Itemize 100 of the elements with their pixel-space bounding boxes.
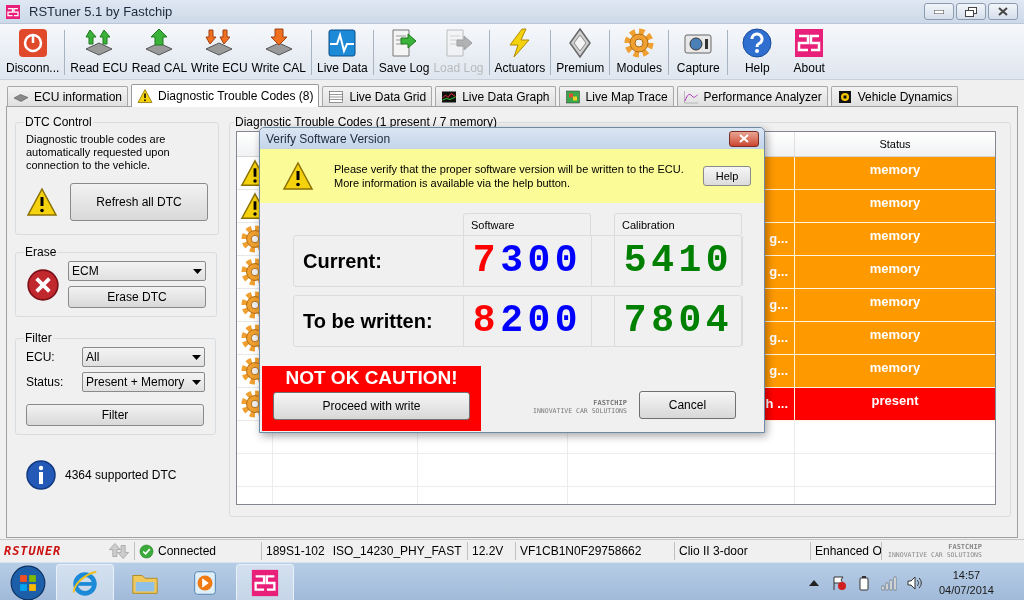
- help-button[interactable]: Help: [703, 166, 751, 186]
- status-cell: memory: [795, 157, 995, 190]
- refresh-button[interactable]: Refresh all DTC: [70, 183, 208, 221]
- table-cell-text: g...: [769, 362, 789, 381]
- caret-icon: [192, 354, 201, 360]
- close-button[interactable]: [729, 130, 759, 147]
- taskbar-app[interactable]: [56, 563, 114, 600]
- supported-dtc-count: 4364 supported DTC: [65, 467, 177, 484]
- toolbar-button[interactable]: Disconn...: [4, 26, 62, 79]
- caution-text: NOT OK CAUTION!: [285, 367, 458, 389]
- toolbar-button[interactable]: Capture: [672, 26, 725, 79]
- app-logo-text: RSTUNER: [4, 543, 63, 560]
- status-cell: memory: [795, 355, 995, 388]
- table-cell-text: g...: [769, 230, 789, 249]
- column-header: Calibration: [622, 219, 675, 231]
- tab[interactable]: Vehicle Dynamics: [830, 86, 959, 106]
- start-orb-icon: [10, 564, 46, 600]
- warning-icon: [240, 192, 259, 220]
- erase-button[interactable]: Erase DTC: [68, 286, 206, 308]
- filter-dropdown[interactable]: All: [82, 347, 205, 367]
- message-text: Please verify that the proper software version will be written to the ECU.: [334, 162, 684, 176]
- error-icon: [26, 267, 60, 302]
- flag-icon[interactable]: [830, 574, 847, 591]
- group-title: DTC Control: [24, 114, 93, 131]
- toolbar-button[interactable]: Modules: [613, 26, 666, 79]
- status-text: ISO_14230_PHY_FAST: [332, 543, 462, 560]
- column-header[interactable]: Status: [879, 135, 911, 153]
- toolbar-button[interactable]: Save Log: [376, 26, 432, 79]
- dynamics-icon: [836, 88, 853, 105]
- performance-graph-icon: [682, 88, 699, 105]
- warning-icon: [137, 88, 154, 104]
- toolbar-button[interactable]: Actuators: [492, 26, 548, 79]
- toolbar-button[interactable]: Read ECU: [68, 26, 130, 79]
- app-logo-icon: [5, 3, 21, 20]
- status-cell: memory: [795, 190, 995, 223]
- group-title: Erase: [24, 244, 58, 261]
- power-icon: [16, 27, 49, 59]
- version-number: 7804: [623, 301, 734, 341]
- restore-button[interactable]: [956, 3, 986, 20]
- message-text: More information is available via the help button.: [334, 176, 572, 190]
- status-text: 189S1-102: [266, 543, 325, 560]
- toolbar-button[interactable]: About: [783, 26, 836, 79]
- column-header: Software: [471, 219, 515, 231]
- dialog-title: Verify Software Version: [266, 130, 391, 148]
- table-cell-text: g...: [769, 296, 789, 315]
- status-cell: memory: [795, 289, 995, 322]
- status-text: Clio II 3-door: [679, 543, 748, 560]
- tab[interactable]: Live Data Grid: [322, 86, 433, 106]
- clock[interactable]: 14:57 04/07/2014: [938, 567, 994, 598]
- app-logo-icon: [793, 27, 826, 59]
- description-text: Diagnostic trouble codes are automatically requested upon connection to the vehicle.: [26, 133, 171, 172]
- connection-status: Connected: [158, 543, 217, 560]
- warning-icon: [282, 160, 314, 192]
- gear-icon: [623, 27, 656, 59]
- caret-icon: [193, 268, 202, 274]
- status-cell: memory: [795, 256, 995, 289]
- tab[interactable]: Live Map Trace: [558, 86, 674, 106]
- status-text: Enhanced O: [815, 543, 881, 560]
- volume-icon[interactable]: [905, 574, 922, 591]
- caret-icon: [192, 379, 201, 385]
- toolbar-button[interactable]: Help: [731, 26, 784, 79]
- version-number: 7300: [472, 241, 583, 281]
- close-icon: [739, 134, 749, 143]
- table-cell-text: h ...: [765, 395, 789, 414]
- filter-button[interactable]: Filter: [26, 404, 204, 426]
- toolbar-button[interactable]: Live Data: [315, 26, 370, 79]
- row-label: Current:: [303, 249, 382, 274]
- tab[interactable]: Live Data Graph: [435, 86, 556, 106]
- close-icon: [998, 7, 1008, 16]
- module-dropdown[interactable]: ECM: [68, 261, 206, 281]
- tab[interactable]: ECU information: [7, 86, 129, 106]
- status-cell: present: [795, 388, 995, 421]
- grid-icon: [328, 88, 345, 105]
- status-text: VF1CB1N0F29758662: [520, 543, 642, 560]
- start-button[interactable]: [10, 564, 46, 600]
- toolbar-button[interactable]: Write ECU: [189, 26, 250, 79]
- row-label: To be written:: [303, 309, 433, 334]
- taskbar-app[interactable]: [236, 563, 294, 600]
- group-title: Filter: [24, 330, 53, 347]
- table-cell-text: g...: [769, 329, 789, 348]
- toolbar-button[interactable]: Write CAL: [249, 26, 308, 79]
- toolbar-button[interactable]: Premium: [554, 26, 607, 79]
- window-title: RSTuner 5.1 by Fastchip: [29, 2, 173, 21]
- status-cell: memory: [795, 223, 995, 256]
- table-cell-text: g...: [769, 263, 789, 282]
- filter-dropdown[interactable]: Present + Memory: [82, 372, 205, 392]
- status-cell: memory: [795, 322, 995, 355]
- field-label: Status:: [26, 374, 65, 391]
- tab[interactable]: Performance Analyzer: [676, 86, 828, 106]
- toolbar-button[interactable]: Read CAL: [129, 26, 190, 79]
- cancel-button[interactable]: Cancel: [638, 391, 736, 419]
- minimize-icon: [934, 9, 944, 14]
- help-icon: [741, 27, 774, 59]
- close-button[interactable]: [988, 3, 1018, 20]
- field-label: ECU:: [26, 349, 56, 366]
- tab[interactable]: Diagnostic Trouble Codes (8): [131, 84, 320, 107]
- status-text: 12.2V: [472, 543, 504, 560]
- map-icon: [564, 88, 581, 105]
- proceed-button[interactable]: Proceed with write: [273, 392, 470, 420]
- warning-icon: [26, 186, 58, 218]
